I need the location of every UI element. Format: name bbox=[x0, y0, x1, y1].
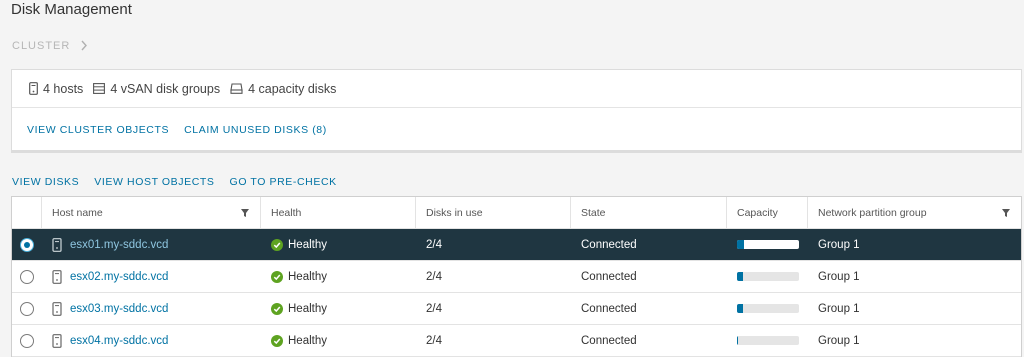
breadcrumb-cluster[interactable]: CLUSTER bbox=[12, 40, 70, 52]
health-cell: Healthy bbox=[261, 229, 416, 260]
grid-actions: VIEW DISKS VIEW HOST OBJECTS GO TO PRE-C… bbox=[12, 176, 352, 188]
health-status: Healthy bbox=[288, 238, 327, 251]
header-host-name[interactable]: Host name bbox=[42, 197, 261, 228]
header-select-column bbox=[12, 197, 42, 228]
healthy-check-icon bbox=[271, 238, 283, 251]
row-radio[interactable] bbox=[20, 269, 34, 284]
host-cell: esx01.my-sddc.vcd bbox=[42, 229, 261, 260]
health-cell: Healthy bbox=[261, 293, 416, 324]
header-health[interactable]: Health bbox=[261, 197, 416, 228]
capacity-disks-count: 4 capacity disks bbox=[248, 81, 337, 96]
row-radio[interactable] bbox=[20, 333, 34, 348]
state-cell: Connected bbox=[581, 302, 637, 315]
summary-card: 4 hosts 4 vSAN disk groups 4 capacity di… bbox=[11, 69, 1022, 153]
health-cell: Healthy bbox=[261, 325, 416, 356]
network-partition-group-cell: Group 1 bbox=[818, 270, 860, 283]
host-icon bbox=[52, 269, 62, 284]
capacity-cell bbox=[727, 325, 808, 356]
filter-icon[interactable] bbox=[1002, 208, 1010, 220]
host-cell: esx02.my-sddc.vcd bbox=[42, 261, 261, 292]
healthy-check-icon bbox=[271, 270, 283, 283]
row-select-cell bbox=[12, 325, 42, 356]
capacity-bar bbox=[737, 336, 799, 345]
host-icon bbox=[52, 333, 62, 348]
host-name-link[interactable]: esx02.my-sddc.vcd bbox=[70, 271, 168, 283]
grid-header: Host name Health Disks in use State Capa… bbox=[12, 197, 1021, 229]
view-cluster-objects-link[interactable]: VIEW CLUSTER OBJECTS bbox=[27, 124, 169, 136]
health-cell: Healthy bbox=[261, 261, 416, 292]
row-select-cell bbox=[12, 229, 42, 260]
summary-links: VIEW CLUSTER OBJECTS CLAIM UNUSED DISKS … bbox=[12, 108, 1021, 151]
disks-in-use-cell: 2/4 bbox=[426, 270, 442, 283]
host-icon bbox=[52, 237, 62, 252]
header-network-partition-group[interactable]: Network partition group bbox=[808, 197, 1021, 228]
hosts-stat: 4 hosts bbox=[29, 82, 83, 96]
network-partition-group-cell: Group 1 bbox=[818, 302, 860, 315]
capacity-disks-stat: 4 capacity disks bbox=[230, 82, 336, 96]
health-status: Healthy bbox=[288, 270, 327, 283]
host-icon bbox=[29, 82, 38, 95]
capacity-bar bbox=[737, 304, 799, 313]
row-radio[interactable] bbox=[20, 301, 34, 316]
table-row[interactable]: esx02.my-sddc.vcd Healthy 2/4 Connected … bbox=[12, 261, 1021, 293]
capacity-bar bbox=[737, 240, 799, 249]
disks-in-use-cell: 2/4 bbox=[426, 302, 442, 315]
host-name-link[interactable]: esx04.my-sddc.vcd bbox=[70, 335, 168, 347]
hosts-count: 4 hosts bbox=[43, 81, 84, 96]
health-status: Healthy bbox=[288, 334, 327, 347]
capacity-cell bbox=[727, 229, 808, 260]
state-cell: Connected bbox=[581, 238, 637, 251]
header-capacity[interactable]: Capacity bbox=[727, 197, 808, 228]
page-title: Disk Management bbox=[11, 1, 132, 18]
view-host-objects-button[interactable]: VIEW HOST OBJECTS bbox=[94, 176, 214, 188]
disks-in-use-cell: 2/4 bbox=[426, 238, 442, 251]
host-name-link[interactable]: esx03.my-sddc.vcd bbox=[70, 303, 168, 315]
host-icon bbox=[52, 301, 62, 316]
network-partition-group-cell: Group 1 bbox=[818, 334, 860, 347]
breadcrumb[interactable]: CLUSTER bbox=[12, 38, 88, 54]
summary-stats: 4 hosts 4 vSAN disk groups 4 capacity di… bbox=[12, 70, 1021, 108]
claim-unused-disks-link[interactable]: CLAIM UNUSED DISKS (8) bbox=[184, 124, 327, 136]
capacity-cell bbox=[727, 261, 808, 292]
capacity-bar bbox=[737, 272, 799, 281]
disk-groups-count: 4 vSAN disk groups bbox=[110, 81, 221, 96]
table-row[interactable]: esx01.my-sddc.vcd Healthy 2/4 Connected … bbox=[12, 229, 1021, 261]
capacity-bar-fill bbox=[737, 304, 744, 313]
table-row[interactable]: esx04.my-sddc.vcd Healthy 2/4 Connected … bbox=[12, 325, 1021, 357]
health-status: Healthy bbox=[288, 302, 327, 315]
row-radio[interactable] bbox=[20, 237, 34, 252]
host-cell: esx03.my-sddc.vcd bbox=[42, 293, 261, 324]
capacity-cell bbox=[727, 293, 808, 324]
host-cell: esx04.my-sddc.vcd bbox=[42, 325, 261, 356]
disk-groups-stat: 4 vSAN disk groups bbox=[93, 82, 220, 96]
capacity-bar-fill bbox=[737, 336, 739, 345]
chevron-right-icon bbox=[80, 38, 88, 54]
network-partition-group-cell: Group 1 bbox=[818, 238, 860, 251]
view-disks-button[interactable]: VIEW DISKS bbox=[12, 176, 79, 188]
row-select-cell bbox=[12, 293, 42, 324]
filter-icon[interactable] bbox=[241, 208, 249, 220]
state-cell: Connected bbox=[581, 334, 637, 347]
capacity-bar-fill bbox=[737, 272, 744, 281]
state-cell: Connected bbox=[581, 270, 637, 283]
hosts-grid: Host name Health Disks in use State Capa… bbox=[11, 196, 1022, 357]
header-state[interactable]: State bbox=[571, 197, 727, 228]
capacity-disk-icon bbox=[230, 83, 243, 94]
go-to-precheck-button[interactable]: GO TO PRE-CHECK bbox=[230, 176, 337, 188]
healthy-check-icon bbox=[271, 334, 283, 347]
healthy-check-icon bbox=[271, 302, 283, 315]
host-name-link[interactable]: esx01.my-sddc.vcd bbox=[70, 239, 168, 251]
capacity-bar-fill bbox=[737, 240, 745, 249]
disk-group-icon bbox=[93, 83, 106, 94]
header-disks-in-use[interactable]: Disks in use bbox=[416, 197, 571, 228]
table-row[interactable]: esx03.my-sddc.vcd Healthy 2/4 Connected … bbox=[12, 293, 1021, 325]
disks-in-use-cell: 2/4 bbox=[426, 334, 442, 347]
row-select-cell bbox=[12, 261, 42, 292]
